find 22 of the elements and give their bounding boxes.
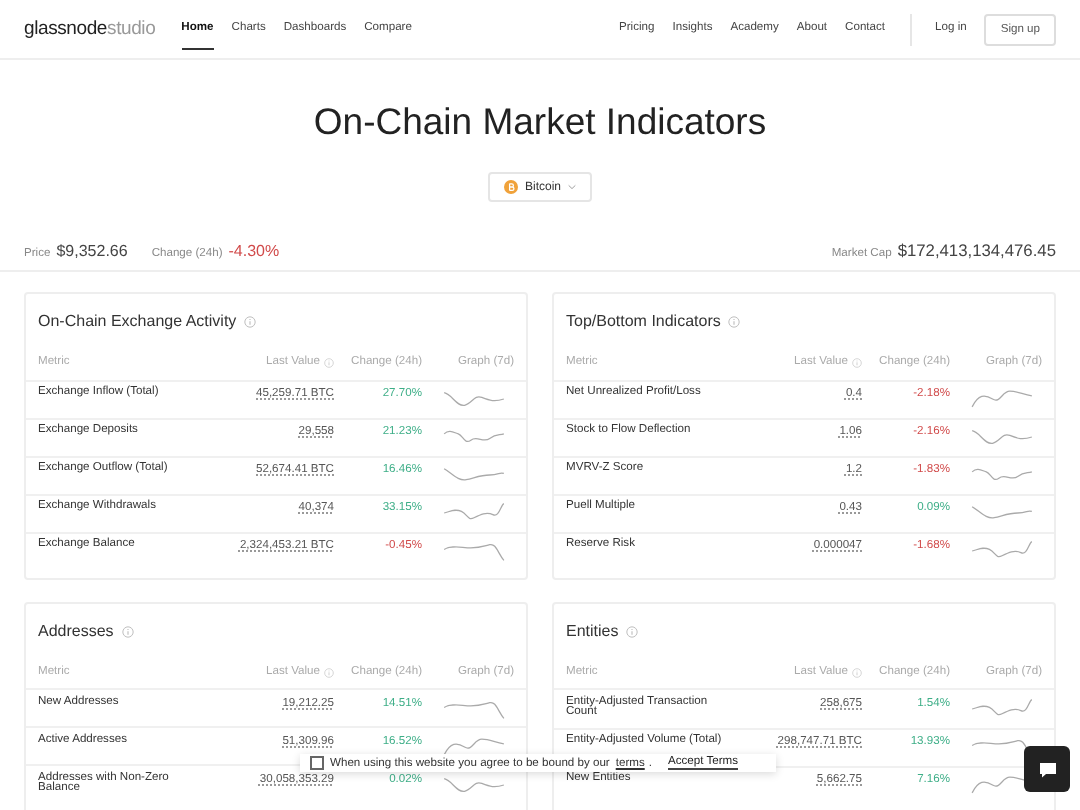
- page-title: On-Chain Market Indicators: [311, 100, 769, 144]
- chat-icon: [1037, 759, 1057, 779]
- info-icon[interactable]: [626, 625, 639, 638]
- card-title: Addresses: [38, 621, 114, 642]
- caret-icon: [567, 184, 575, 190]
- info-icon[interactable]: [728, 316, 741, 328]
- stat-value: $9,352.66: [56, 242, 128, 260]
- logo[interactable]: glassnodestudio: [24, 18, 156, 40]
- card-title: Entities: [566, 621, 619, 642]
- chat-button[interactable]: [1024, 746, 1070, 792]
- card-title: On-Chain Exchange Activity: [38, 312, 237, 332]
- stat-value: $172,413,134,476.45: [897, 240, 1056, 260]
- stat-value: -4.30%: [228, 242, 280, 260]
- info-icon[interactable]: [324, 667, 334, 678]
- info-icon[interactable]: [852, 358, 862, 369]
- coin-icon: [504, 180, 519, 194]
- checkbox[interactable]: [310, 756, 324, 770]
- info-icon[interactable]: [324, 358, 334, 369]
- info-icon[interactable]: [244, 316, 257, 328]
- card-title: Top/Bottom Indicators: [566, 312, 721, 332]
- info-icon[interactable]: [121, 625, 134, 638]
- info-icon[interactable]: [852, 667, 862, 678]
